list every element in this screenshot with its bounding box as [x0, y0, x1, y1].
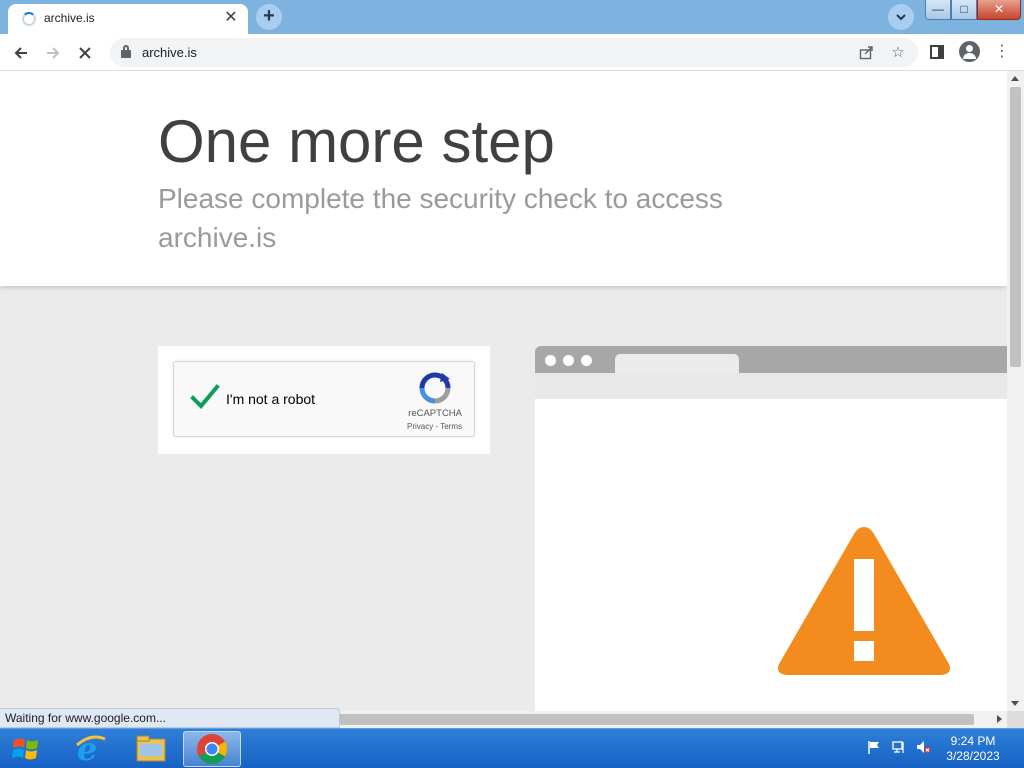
- scrollbar-corner: [1007, 711, 1024, 728]
- scroll-down-arrow-icon[interactable]: [1011, 701, 1019, 706]
- internet-explorer-icon: e: [76, 730, 106, 768]
- clock-time: 9:24 PM: [950, 734, 996, 748]
- page-subtitle: Please complete the security check to ac…: [158, 183, 723, 253]
- recaptcha-logo-icon: [419, 372, 451, 404]
- chrome-icon: [197, 734, 228, 765]
- captcha-label[interactable]: I'm not a robot: [226, 391, 315, 407]
- captcha-card: I'm not a robot reCAPTCHA Privacy - Term…: [158, 346, 490, 454]
- scroll-right-arrow-icon[interactable]: [997, 715, 1002, 723]
- browser-illustration: [535, 346, 1007, 711]
- recaptcha-brand: reCAPTCHA: [408, 408, 462, 419]
- volume-muted-icon[interactable]: [915, 739, 931, 755]
- browser-tab[interactable]: archive.is ✕: [8, 4, 248, 34]
- new-tab-button[interactable]: +: [256, 4, 282, 30]
- forward-arrow-icon: [47, 47, 60, 59]
- start-orb-icon[interactable]: [6, 732, 46, 766]
- more-menu-icon[interactable]: ⋮: [990, 40, 1014, 64]
- taskbar: e 9:24 PM 3/28/2023: [0, 728, 1024, 768]
- back-arrow-icon: [14, 47, 27, 59]
- illustration-address-bar: [535, 373, 1007, 399]
- forward-button[interactable]: [40, 40, 66, 66]
- illustration-dot: [581, 355, 592, 366]
- loading-spinner-icon: [22, 12, 36, 26]
- page-title: One more step: [158, 108, 555, 175]
- clock-date: 3/28/2023: [946, 749, 1000, 763]
- header-section: One more step Please complete the securi…: [0, 71, 1007, 286]
- side-panel-icon[interactable]: [925, 40, 949, 64]
- minimize-button[interactable]: —: [925, 0, 951, 20]
- recaptcha-widget[interactable]: I'm not a robot reCAPTCHA Privacy - Term…: [173, 361, 475, 437]
- profile-avatar-icon[interactable]: [959, 41, 980, 62]
- maximize-button[interactable]: □: [951, 0, 977, 20]
- lock-icon[interactable]: [121, 45, 131, 58]
- scroll-up-arrow-icon[interactable]: [1011, 76, 1019, 81]
- illustration-titlebar: [535, 346, 1007, 374]
- status-bubble: Waiting for www.google.com...: [0, 708, 340, 728]
- taskbar-file-explorer[interactable]: [122, 731, 180, 767]
- close-window-button[interactable]: ✕: [977, 0, 1021, 20]
- system-clock[interactable]: 9:24 PM 3/28/2023: [940, 734, 1006, 764]
- tab-close-icon[interactable]: ✕: [222, 9, 240, 27]
- tab-title: archive.is: [44, 11, 95, 25]
- stop-x-icon: [79, 47, 91, 59]
- action-center-flag-icon[interactable]: [866, 739, 882, 755]
- warning-triangle-icon: [778, 527, 950, 675]
- taskbar-internet-explorer[interactable]: e: [62, 730, 120, 768]
- network-icon[interactable]: [891, 739, 907, 755]
- vertical-scrollbar[interactable]: [1007, 71, 1024, 711]
- share-icon[interactable]: [855, 42, 877, 64]
- illustration-body: [535, 399, 1007, 711]
- illustration-dot: [545, 355, 556, 366]
- url-text[interactable]: archive.is: [142, 45, 197, 60]
- address-bar[interactable]: archive.is ☆: [110, 38, 918, 67]
- recaptcha-links[interactable]: Privacy - Terms: [174, 422, 474, 431]
- back-button[interactable]: [8, 40, 34, 66]
- taskbar-chrome[interactable]: [183, 731, 241, 767]
- vertical-scroll-thumb[interactable]: [1010, 87, 1021, 367]
- chevron-down-icon: [896, 14, 906, 21]
- tab-search-button[interactable]: [888, 4, 914, 30]
- tab-strip: archive.is ✕ + — □ ✕: [0, 0, 1024, 34]
- browser-toolbar: archive.is ☆ ⋮: [0, 34, 1024, 71]
- page-viewport: One more step Please complete the securi…: [0, 71, 1007, 711]
- stop-loading-button[interactable]: [72, 40, 98, 66]
- illustration-tab: [615, 354, 739, 374]
- illustration-dot: [563, 355, 574, 366]
- bookmark-star-icon[interactable]: ☆: [887, 42, 909, 64]
- file-explorer-icon: [136, 735, 166, 762]
